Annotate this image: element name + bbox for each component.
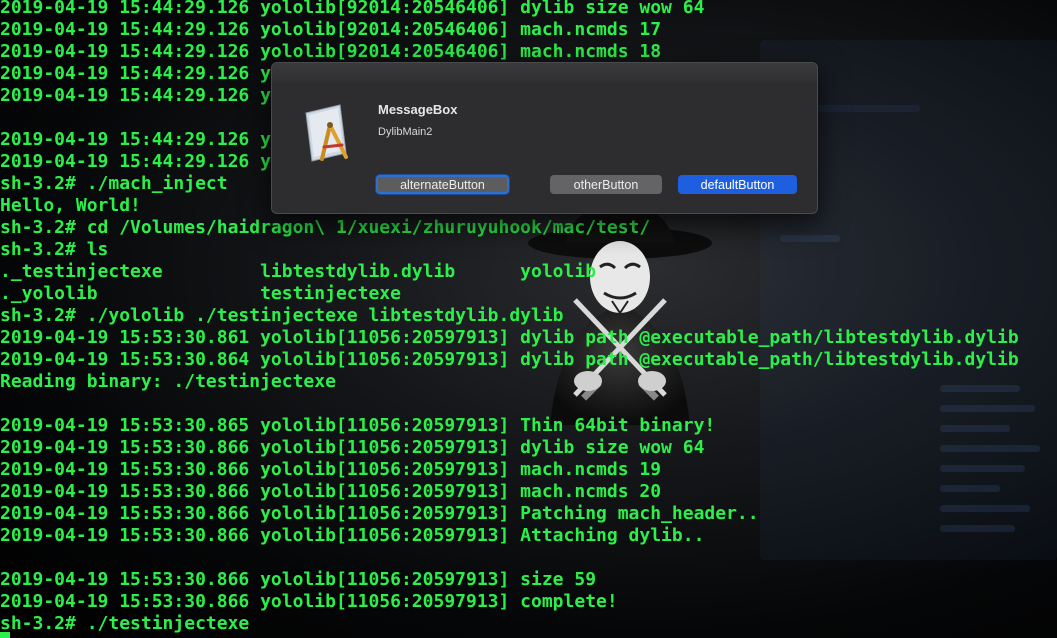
dialog-titlebar[interactable] — [272, 63, 817, 83]
terminal-line: 2019-04-19 15:44:29.126 yololib[92014:20… — [0, 41, 662, 62]
terminal-line: ._yololib testinjectexe — [0, 283, 401, 304]
terminal-line: 2019-04-19 15:53:30.866 yololib[11056:20… — [0, 503, 759, 524]
app-icon — [305, 104, 348, 162]
terminal-line: 2019-04-19 15:44:29.126 yololib[92014:20… — [0, 0, 705, 18]
terminal-line: 2019-04-19 15:53:30.861 yololib[11056:20… — [0, 327, 1019, 348]
terminal-line: 2019-04-19 15:53:30.866 yololib[11056:20… — [0, 481, 662, 502]
default-button[interactable]: defaultButton — [678, 175, 797, 194]
terminal-line: 2019-04-19 15:53:30.866 yololib[11056:20… — [0, 437, 705, 458]
terminal-line: Reading binary: ./testinjectexe — [0, 371, 336, 392]
terminal-line: 2019-04-19 15:44:29.126 yololib[92014:20… — [0, 19, 662, 40]
alternate-button[interactable]: alternateButton — [376, 175, 509, 194]
terminal-line: 2019-04-19 15:53:30.866 yololib[11056:20… — [0, 591, 618, 612]
terminal-line: sh-3.2# ls — [0, 239, 109, 260]
terminal-line: 2019-04-19 15:53:30.866 yololib[11056:20… — [0, 525, 705, 546]
dialog-message: DylibMain2 — [378, 126, 433, 138]
terminal-line: 2019-04-19 15:53:30.864 yololib[11056:20… — [0, 349, 1019, 370]
screen: 2019-04-19 15:44:29.126 yololib[92014:20… — [0, 0, 1057, 638]
dialog-title: MessageBox — [378, 102, 458, 117]
terminal-line: 2019-04-19 15:53:30.866 yololib[11056:20… — [0, 569, 597, 590]
terminal-line: ._testinjectexe libtestdylib.dylib yolol… — [0, 261, 597, 282]
terminal-line: sh-3.2# ./yololib ./testinjectexe libtes… — [0, 305, 564, 326]
terminal-line: 2019-04-19 15:53:30.866 yololib[11056:20… — [0, 459, 662, 480]
other-button[interactable]: otherButton — [550, 175, 662, 194]
terminal-cursor — [0, 632, 10, 638]
terminal-line: 2019-04-19 15:53:30.865 yololib[11056:20… — [0, 415, 716, 436]
terminal-line: sh-3.2# cd /Volumes/haidragon\ 1/xuexi/z… — [0, 217, 651, 238]
message-box-dialog: MessageBox DylibMain2 alternateButton ot… — [271, 62, 818, 214]
terminal-line: sh-3.2# ./testinjectexe — [0, 613, 250, 634]
